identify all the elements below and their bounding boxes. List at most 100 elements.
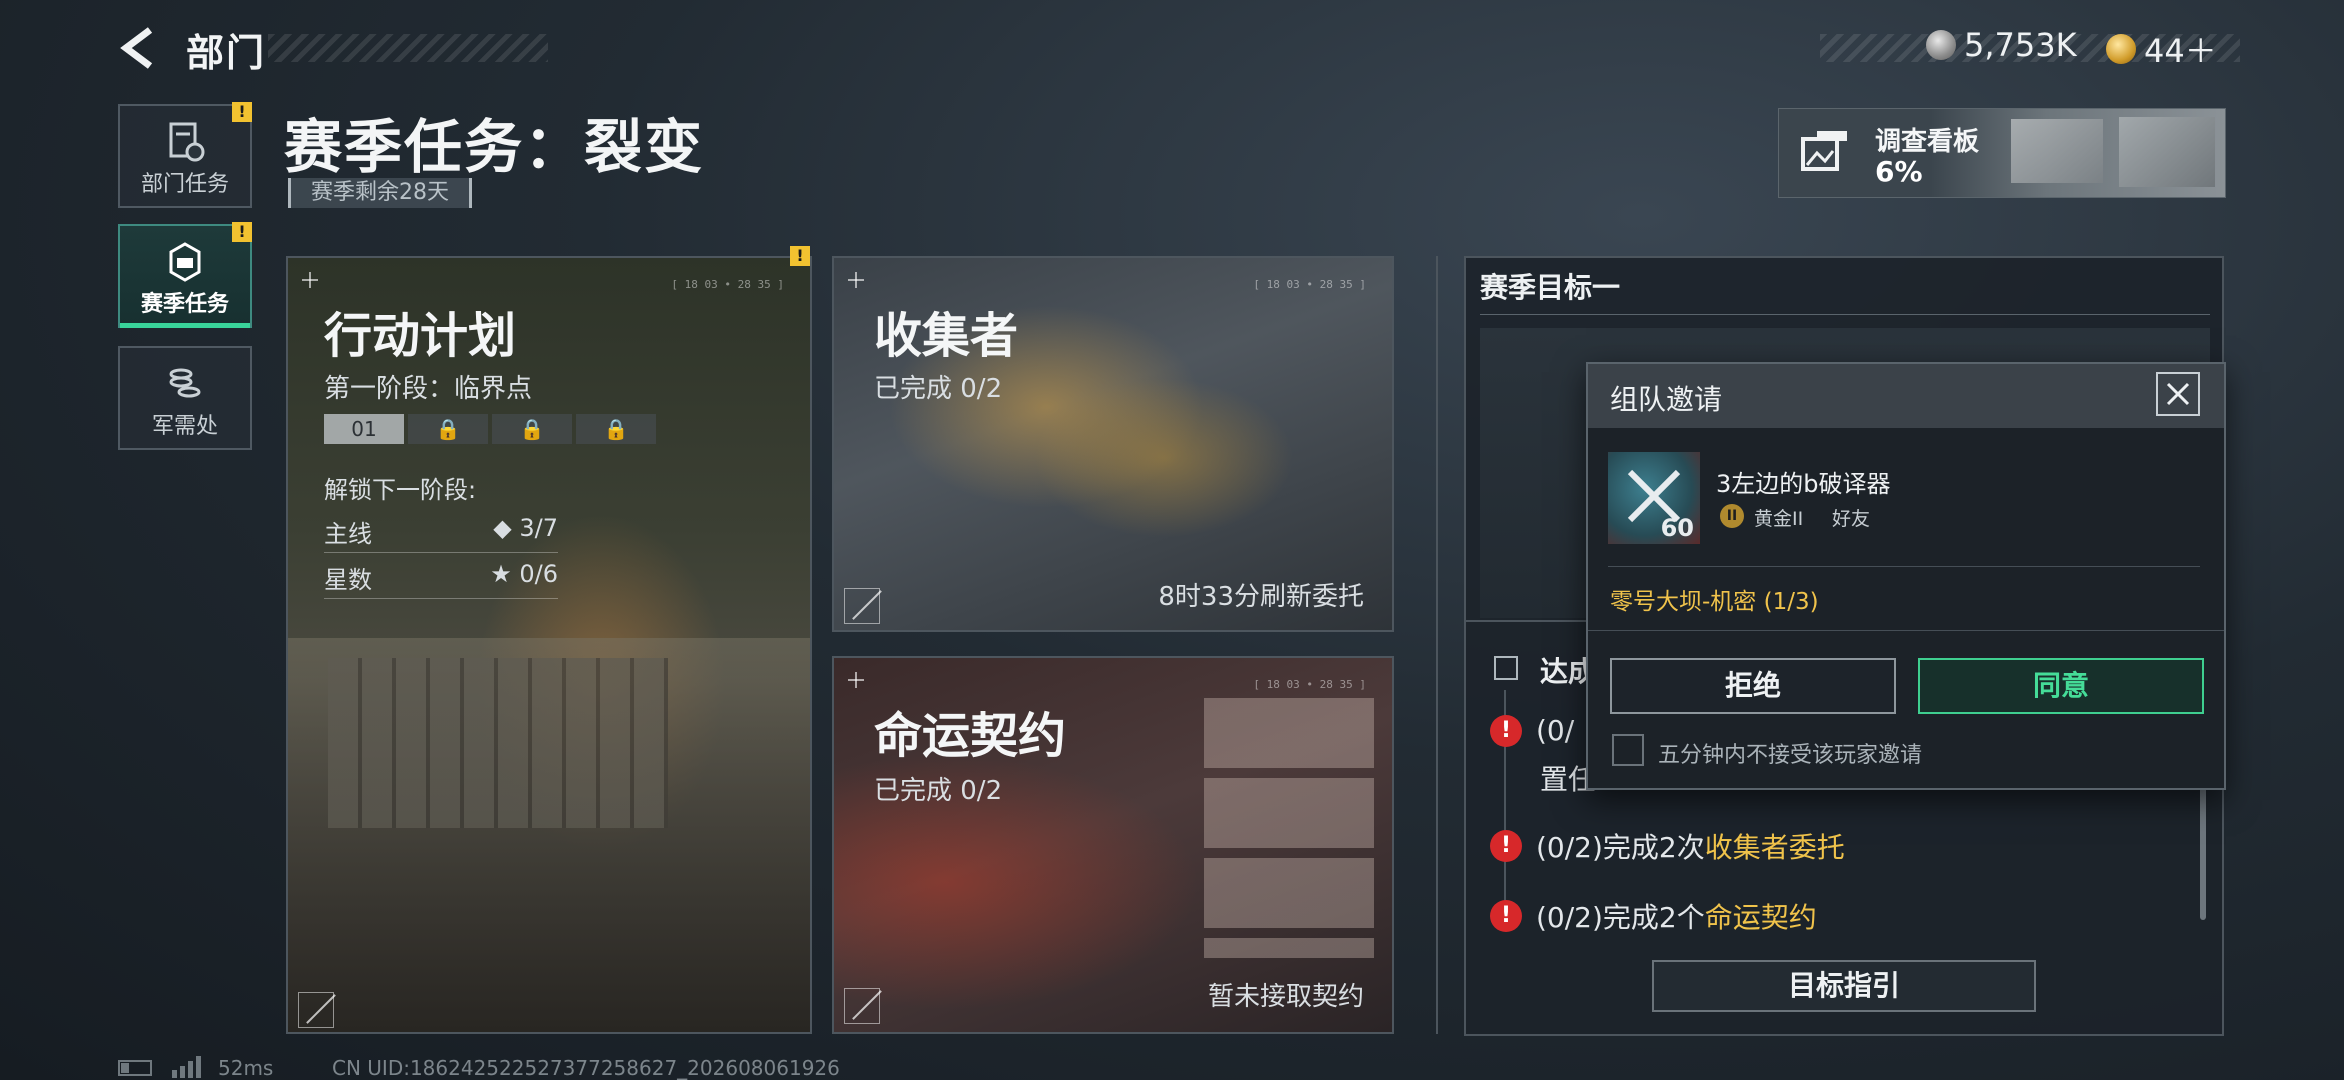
stage-chip-locked[interactable]: 🔒 [408,414,488,444]
goal-row: ! (0/2)完成2次收集者委托 [1483,823,1845,869]
goal-row-text: (0/ [1536,714,1575,747]
divider [324,552,558,553]
header-stripe-decoration [268,34,548,62]
card-title: 行动计划 [324,308,517,364]
alert-icon: ! [1483,823,1529,869]
season-emblem-icon [169,242,201,282]
survey-photo-2 [2119,117,2215,187]
survey-board-button[interactable]: 调查看板 6% [1778,108,2226,198]
nav-item-quartermaster[interactable]: 军需处 [118,346,252,450]
goal-row-text: (0/2)完成2个 [1536,901,1705,934]
section-marker-icon [1494,656,1518,680]
player-relation: 好友 [1832,508,1871,530]
divider [1608,566,2200,567]
nav-alert-badge: ! [232,222,252,242]
team-invite-dialog [1586,362,2226,790]
currency-gold-value: 44＋ [2144,32,2217,70]
card-action-plan[interactable]: [ 18 03 • 28 35 ] 行动计划 第一阶段：临界点 01 🔒 🔒 🔒… [286,256,812,1034]
expand-corner-icon [298,992,334,1028]
stage-chip-locked[interactable]: 🔒 [492,414,572,444]
card-title: 收集者 [874,308,1019,364]
player-name: 3左边的b破译器 [1716,470,1891,498]
mute-invite-checkbox[interactable] [1612,734,1644,766]
nav-item-label: 赛季任务 [140,292,229,317]
close-button[interactable] [2156,372,2200,416]
header-title: 部门 [186,31,267,75]
card-title: 命运契约 [874,708,1067,764]
goal-list-scrollbar[interactable] [2200,780,2206,920]
goal-row-text: (0/2)完成2次 [1536,831,1705,864]
hud-coordinates: [ 18 03 • 28 35 ] [671,278,784,291]
unlock-label: 解锁下一阶段: [324,476,477,504]
rank-badge-icon: II [1720,504,1744,528]
document-icon [169,122,205,162]
wanted-posters-illustration [1204,698,1374,958]
divider [324,598,558,599]
card-collector[interactable]: [ 18 03 • 28 35 ] 收集者 已完成 0/2 8时33分刷新委托 [832,256,1394,632]
back-arrow-icon[interactable] [118,26,158,70]
crosshair-decoration [848,672,864,688]
main-line-label: 主线 [324,520,372,548]
user-uid: CN UID:1862425225273772586​27_2026080619… [332,1056,840,1080]
accept-button[interactable]: 同意 [1918,658,2204,714]
nav-alert-badge: ! [232,102,252,122]
currency-silver[interactable]: 5,753K [1926,26,2077,64]
card-fate-contract[interactable]: [ 18 03 • 28 35 ] 命运契约 已完成 0/2 暂未接取契约 [832,656,1394,1034]
alert-icon: ! [1483,893,1529,939]
goal-row: ! (0/ [1483,707,1575,754]
hud-coordinates: [ 18 03 • 28 35 ] [1253,678,1366,691]
invite-mission: 零号大坝-机密 (1/3) [1610,589,1819,615]
season-remaining-label: 赛季剩余28天 [288,178,472,208]
goal-panel-title: 赛季目标一 [1480,271,1621,304]
currency-gold[interactable]: 44＋ [2106,26,2217,72]
divider [1588,630,2224,631]
expand-corner-icon [844,988,880,1024]
stage-chip-active[interactable]: 01 [324,414,404,444]
panel-divider [1436,256,1438,1034]
player-rank: 黄金II [1754,508,1804,530]
lock-icon: 🔒 [603,417,629,441]
gold-items-illustration [1034,378,1294,538]
main-line-value: ◆ 3/7 [493,514,558,542]
gold-token-icon [2106,34,2136,64]
card-progress: 已完成 0/2 [874,776,1003,806]
star-count-label: 星数 [324,566,372,594]
goal-row: ! (0/2)完成2个命运契约 [1483,893,1817,939]
battery-icon [118,1060,152,1076]
player-level: 60 [1660,514,1694,542]
crosshair-decoration [848,272,864,288]
signal-icon [172,1056,201,1078]
expand-corner-icon [844,588,880,624]
lock-icon: 🔒 [435,417,461,441]
silver-coin-icon [1926,30,1956,60]
lock-icon: 🔒 [519,417,545,441]
close-icon [2166,382,2190,406]
currency-silver-value: 5,753K [1964,26,2077,64]
survey-board-icon [1801,131,1847,171]
goal-row-highlight: 命运契约 [1704,901,1817,934]
nav-item-label: 军需处 [151,414,218,439]
card-alert-badge: ! [790,246,810,266]
divider [1480,314,2210,315]
goal-row-highlight: 收集者委托 [1704,831,1845,864]
survey-board-label: 调查看板 [1875,127,1980,157]
player-avatar[interactable]: 60 [1608,452,1700,544]
goal-guide-button[interactable]: 目标指引 [1652,960,2036,1012]
stage-name: 第一阶段：临界点 [324,374,533,404]
nav-item-label: 部门任务 [140,172,229,197]
star-count-value: ★ 0/6 [490,560,558,588]
alert-icon: ! [1483,707,1529,754]
stage-chip-locked[interactable]: 🔒 [576,414,656,444]
hud-coordinates: [ 18 03 • 28 35 ] [1253,278,1366,291]
contract-status: 暂未接取契约 [1207,982,1364,1012]
reject-button[interactable]: 拒绝 [1610,658,1896,714]
survey-photo-1 [2011,119,2103,183]
refresh-timer: 8时33分刷新委托 [1158,582,1364,612]
mute-invite-label: 五分钟内不接受该玩家邀请 [1658,743,1923,768]
building-facade [328,658,668,828]
ping-value: 52ms [218,1056,274,1080]
coin-stack-icon [169,368,201,398]
crosshair-decoration [302,272,318,288]
page-title: 赛季任务：裂变 [284,113,705,181]
card-progress: 已完成 0/2 [874,374,1003,404]
